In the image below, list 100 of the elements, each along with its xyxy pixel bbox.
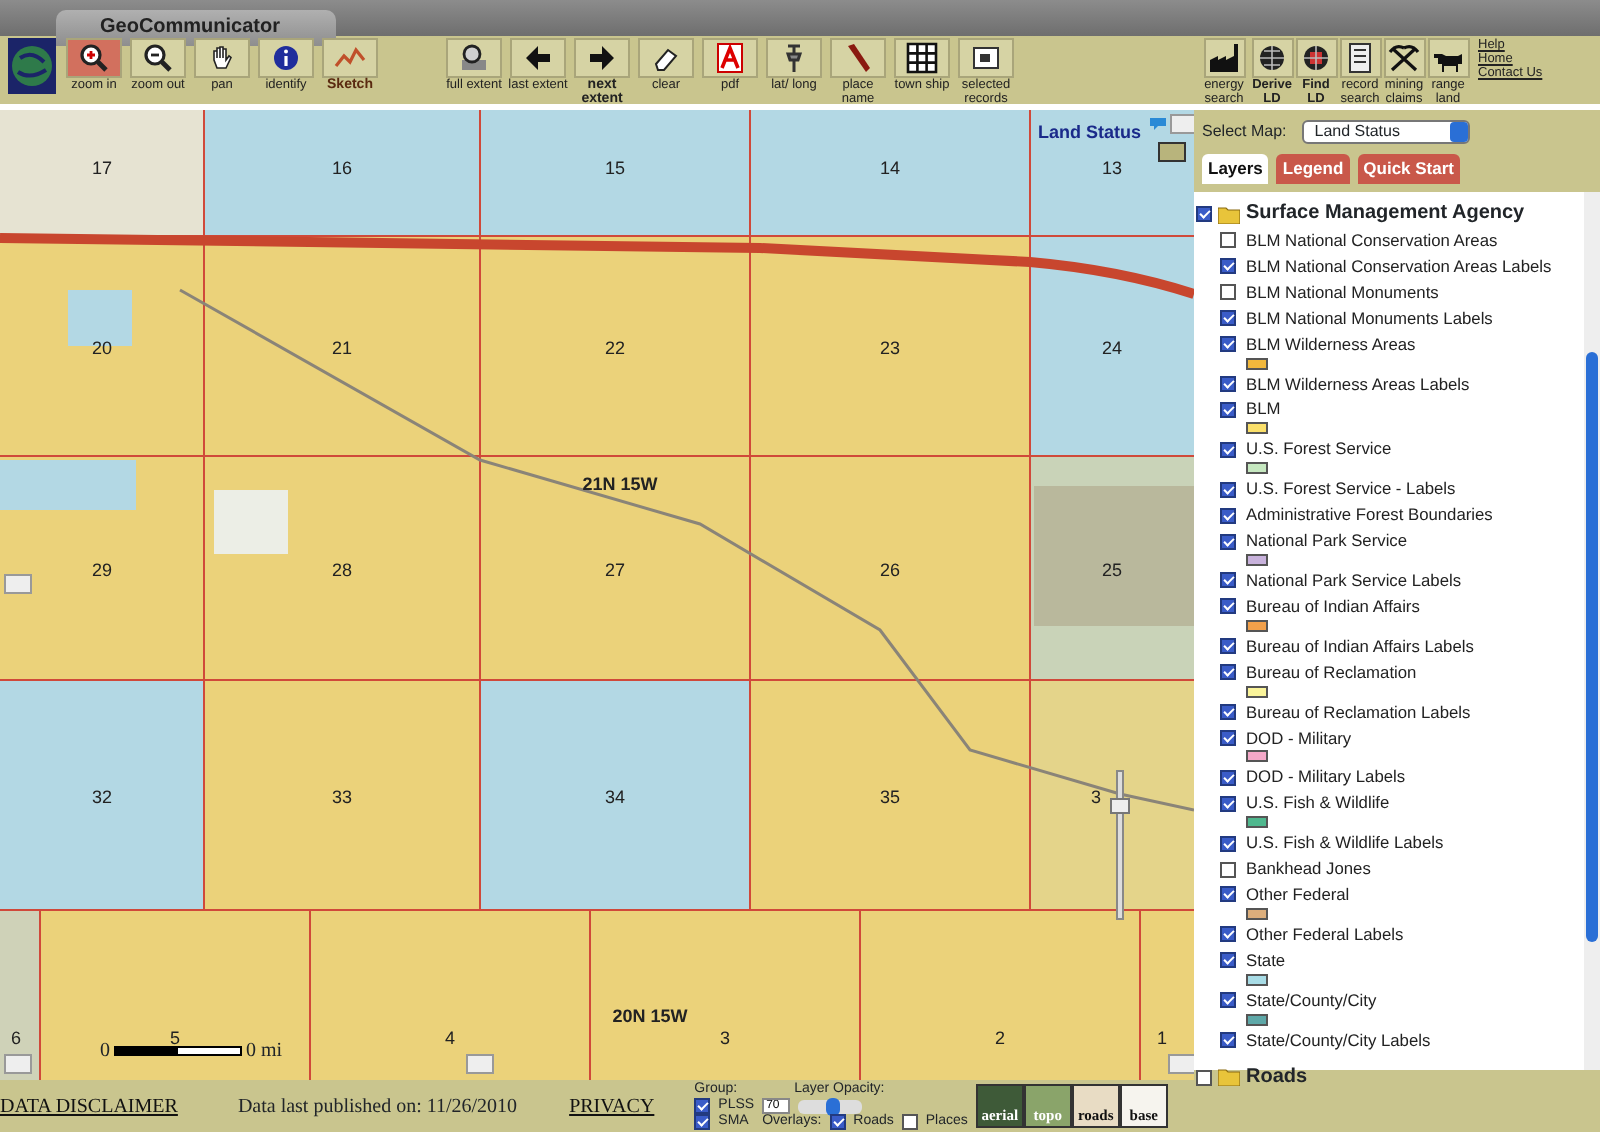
- photo-placeholder: [214, 490, 288, 554]
- map-select[interactable]: Land Status: [1302, 120, 1471, 144]
- section-number: 2: [995, 1028, 1005, 1048]
- globe-icon: [1300, 42, 1332, 74]
- panel-tab[interactable]: Legend: [1276, 154, 1350, 184]
- section-number: 27: [605, 560, 625, 580]
- privacy-link[interactable]: PRIVACY: [569, 1091, 655, 1121]
- opacity-slider[interactable]: [798, 1099, 863, 1113]
- checkbox[interactable]: [1196, 1069, 1212, 1086]
- township-label: 20N 15W: [612, 1006, 688, 1026]
- publish-date: Data last published on: 11/26/2010: [237, 1093, 518, 1121]
- layer-group-label[interactable]: Roads: [1246, 1063, 1308, 1092]
- checkbox[interactable]: [1220, 441, 1236, 458]
- panel-tab[interactable]: Layers: [1202, 154, 1269, 184]
- section-number: 29: [92, 560, 112, 580]
- scale-bar: [114, 1046, 242, 1056]
- layer-label: State/County/City: [1246, 987, 1377, 1014]
- layer-label: Administrative Forest Boundaries: [1246, 502, 1493, 529]
- checkbox[interactable]: [694, 1098, 711, 1114]
- checkbox[interactable]: [1220, 572, 1236, 589]
- checkbox[interactable]: [1196, 206, 1212, 222]
- township-label: 21N 15W: [582, 474, 658, 494]
- checkbox[interactable]: [1220, 769, 1236, 786]
- checkbox[interactable]: [1220, 992, 1236, 1009]
- globe-icon: [1256, 42, 1288, 74]
- section-number: 17: [92, 158, 112, 178]
- checkbox[interactable]: [901, 1114, 918, 1130]
- checkbox[interactable]: [1220, 310, 1236, 327]
- section-number: 3: [1091, 787, 1101, 807]
- layer-label: BLM: [1246, 396, 1281, 423]
- section-number: 23: [880, 338, 900, 358]
- layer-label: Bureau of Indian Affairs Labels: [1246, 633, 1474, 660]
- document-icon: [1344, 42, 1376, 74]
- scale-label: 0: [100, 1038, 110, 1066]
- map-title: Land Status: [1038, 120, 1142, 146]
- zoom-slider-thumb[interactable]: [1110, 798, 1130, 815]
- section-number: 1: [1157, 1028, 1167, 1048]
- checkbox[interactable]: [1220, 232, 1236, 249]
- left-arrow-icon: [522, 42, 554, 74]
- grid-icon: [906, 42, 938, 74]
- checkbox[interactable]: [1220, 835, 1236, 852]
- land-patch: [0, 460, 136, 510]
- checkbox[interactable]: [1220, 886, 1236, 903]
- section-number: 26: [880, 560, 900, 580]
- section-number: 35: [880, 787, 900, 807]
- section-number: 22: [605, 338, 625, 358]
- checkbox[interactable]: [1220, 795, 1236, 812]
- opacity-slider-thumb[interactable]: [825, 1097, 840, 1115]
- layer-label: U.S. Fish & Wildlife Labels: [1246, 830, 1444, 857]
- checkbox[interactable]: [1220, 926, 1236, 943]
- layer-label: National Park Service: [1246, 528, 1408, 554]
- checkbox[interactable]: [1220, 664, 1236, 681]
- zoom-slider-track[interactable]: [1116, 770, 1124, 920]
- info-icon: [270, 42, 302, 74]
- disclaimer-link[interactable]: DATA DISCLAIMER: [0, 1091, 178, 1121]
- checkbox[interactable]: [1220, 507, 1236, 524]
- layer-label: State: [1246, 947, 1286, 974]
- select-label: Select Map:: [1202, 120, 1287, 144]
- zoom-in-icon: [78, 42, 110, 74]
- checkbox[interactable]: [1220, 861, 1236, 878]
- section-number: 6: [11, 1028, 21, 1048]
- section-number: 5: [170, 1028, 180, 1048]
- factory-icon: [1208, 42, 1240, 74]
- pdf-icon: [714, 42, 746, 74]
- pen-icon: [842, 42, 874, 74]
- checkbox[interactable]: [1220, 258, 1236, 275]
- section-number: 13: [1102, 158, 1122, 178]
- section-number: 14: [880, 158, 900, 178]
- checkbox[interactable]: [829, 1114, 846, 1130]
- checkbox[interactable]: [1220, 704, 1236, 721]
- checkbox[interactable]: [694, 1114, 711, 1130]
- section-number: 24: [1102, 338, 1122, 358]
- layer-label: U.S. Forest Service - Labels: [1246, 476, 1456, 503]
- layer-label: Bureau of Indian Affairs: [1246, 593, 1420, 620]
- layer-label: BLM Wilderness Areas: [1246, 331, 1416, 358]
- scrollbar[interactable]: [1584, 192, 1600, 1070]
- layer-label: Bureau of Reclamation: [1246, 659, 1417, 686]
- section-number: 21: [332, 338, 352, 358]
- right-arrow-icon: [586, 42, 618, 74]
- layer-group-label[interactable]: Surface Management Agency: [1246, 200, 1525, 228]
- checkbox[interactable]: [1220, 284, 1236, 301]
- pickaxe-icon: [1388, 42, 1420, 74]
- checkbox[interactable]: [1220, 481, 1236, 498]
- panel-tab[interactable]: Quick Start: [1357, 154, 1461, 184]
- checkbox[interactable]: [1220, 375, 1236, 392]
- globe-logo: [8, 38, 56, 94]
- layer-label: BLM National Conservation Areas: [1246, 228, 1498, 254]
- section-number: 3: [720, 1028, 730, 1048]
- checkbox[interactable]: [1220, 729, 1236, 746]
- checkbox[interactable]: [1220, 401, 1236, 418]
- checkbox[interactable]: [1220, 533, 1236, 550]
- layer-label: BLM National Monuments: [1246, 279, 1439, 306]
- section-number: 25: [1102, 560, 1122, 580]
- checkbox[interactable]: [1220, 1032, 1236, 1049]
- expand-button[interactable]: [1158, 142, 1186, 162]
- checkbox[interactable]: [1220, 336, 1236, 353]
- layer-label: BLM Wilderness Areas Labels: [1246, 371, 1470, 397]
- checkbox[interactable]: [1220, 952, 1236, 969]
- checkbox[interactable]: [1220, 598, 1236, 615]
- checkbox[interactable]: [1220, 638, 1236, 655]
